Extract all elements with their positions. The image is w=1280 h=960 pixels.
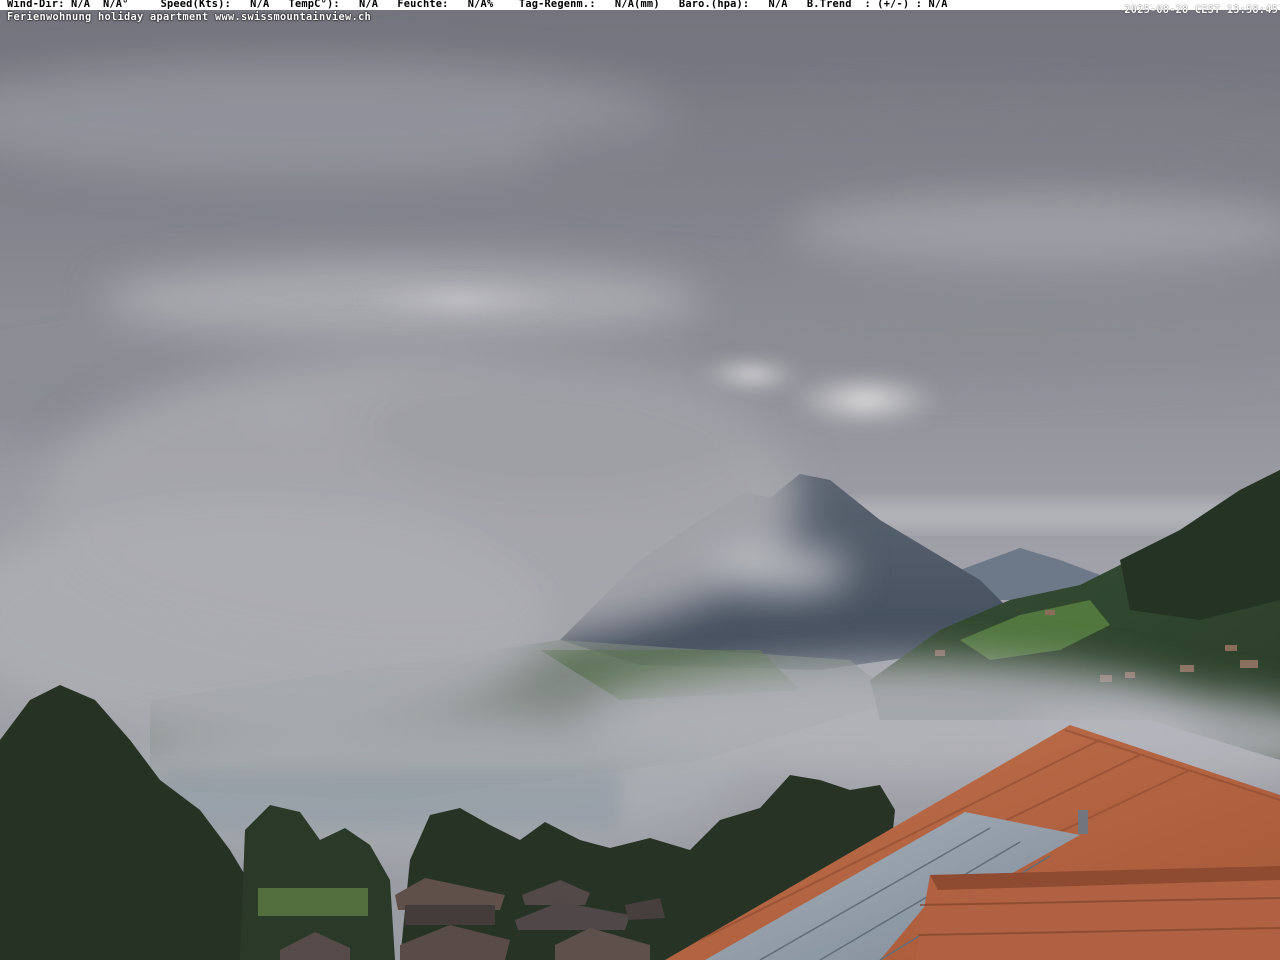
webcam-scene	[0, 0, 1280, 960]
webcam-caption: Ferienwohnung holiday apartment www.swis…	[7, 11, 371, 23]
weather-readout: Wind-Dir: N/A N/A° Speed(Kts): N/A TempC…	[7, 0, 948, 10]
timestamp: 2025-08-28 CEST 13:58:45	[1124, 4, 1278, 16]
